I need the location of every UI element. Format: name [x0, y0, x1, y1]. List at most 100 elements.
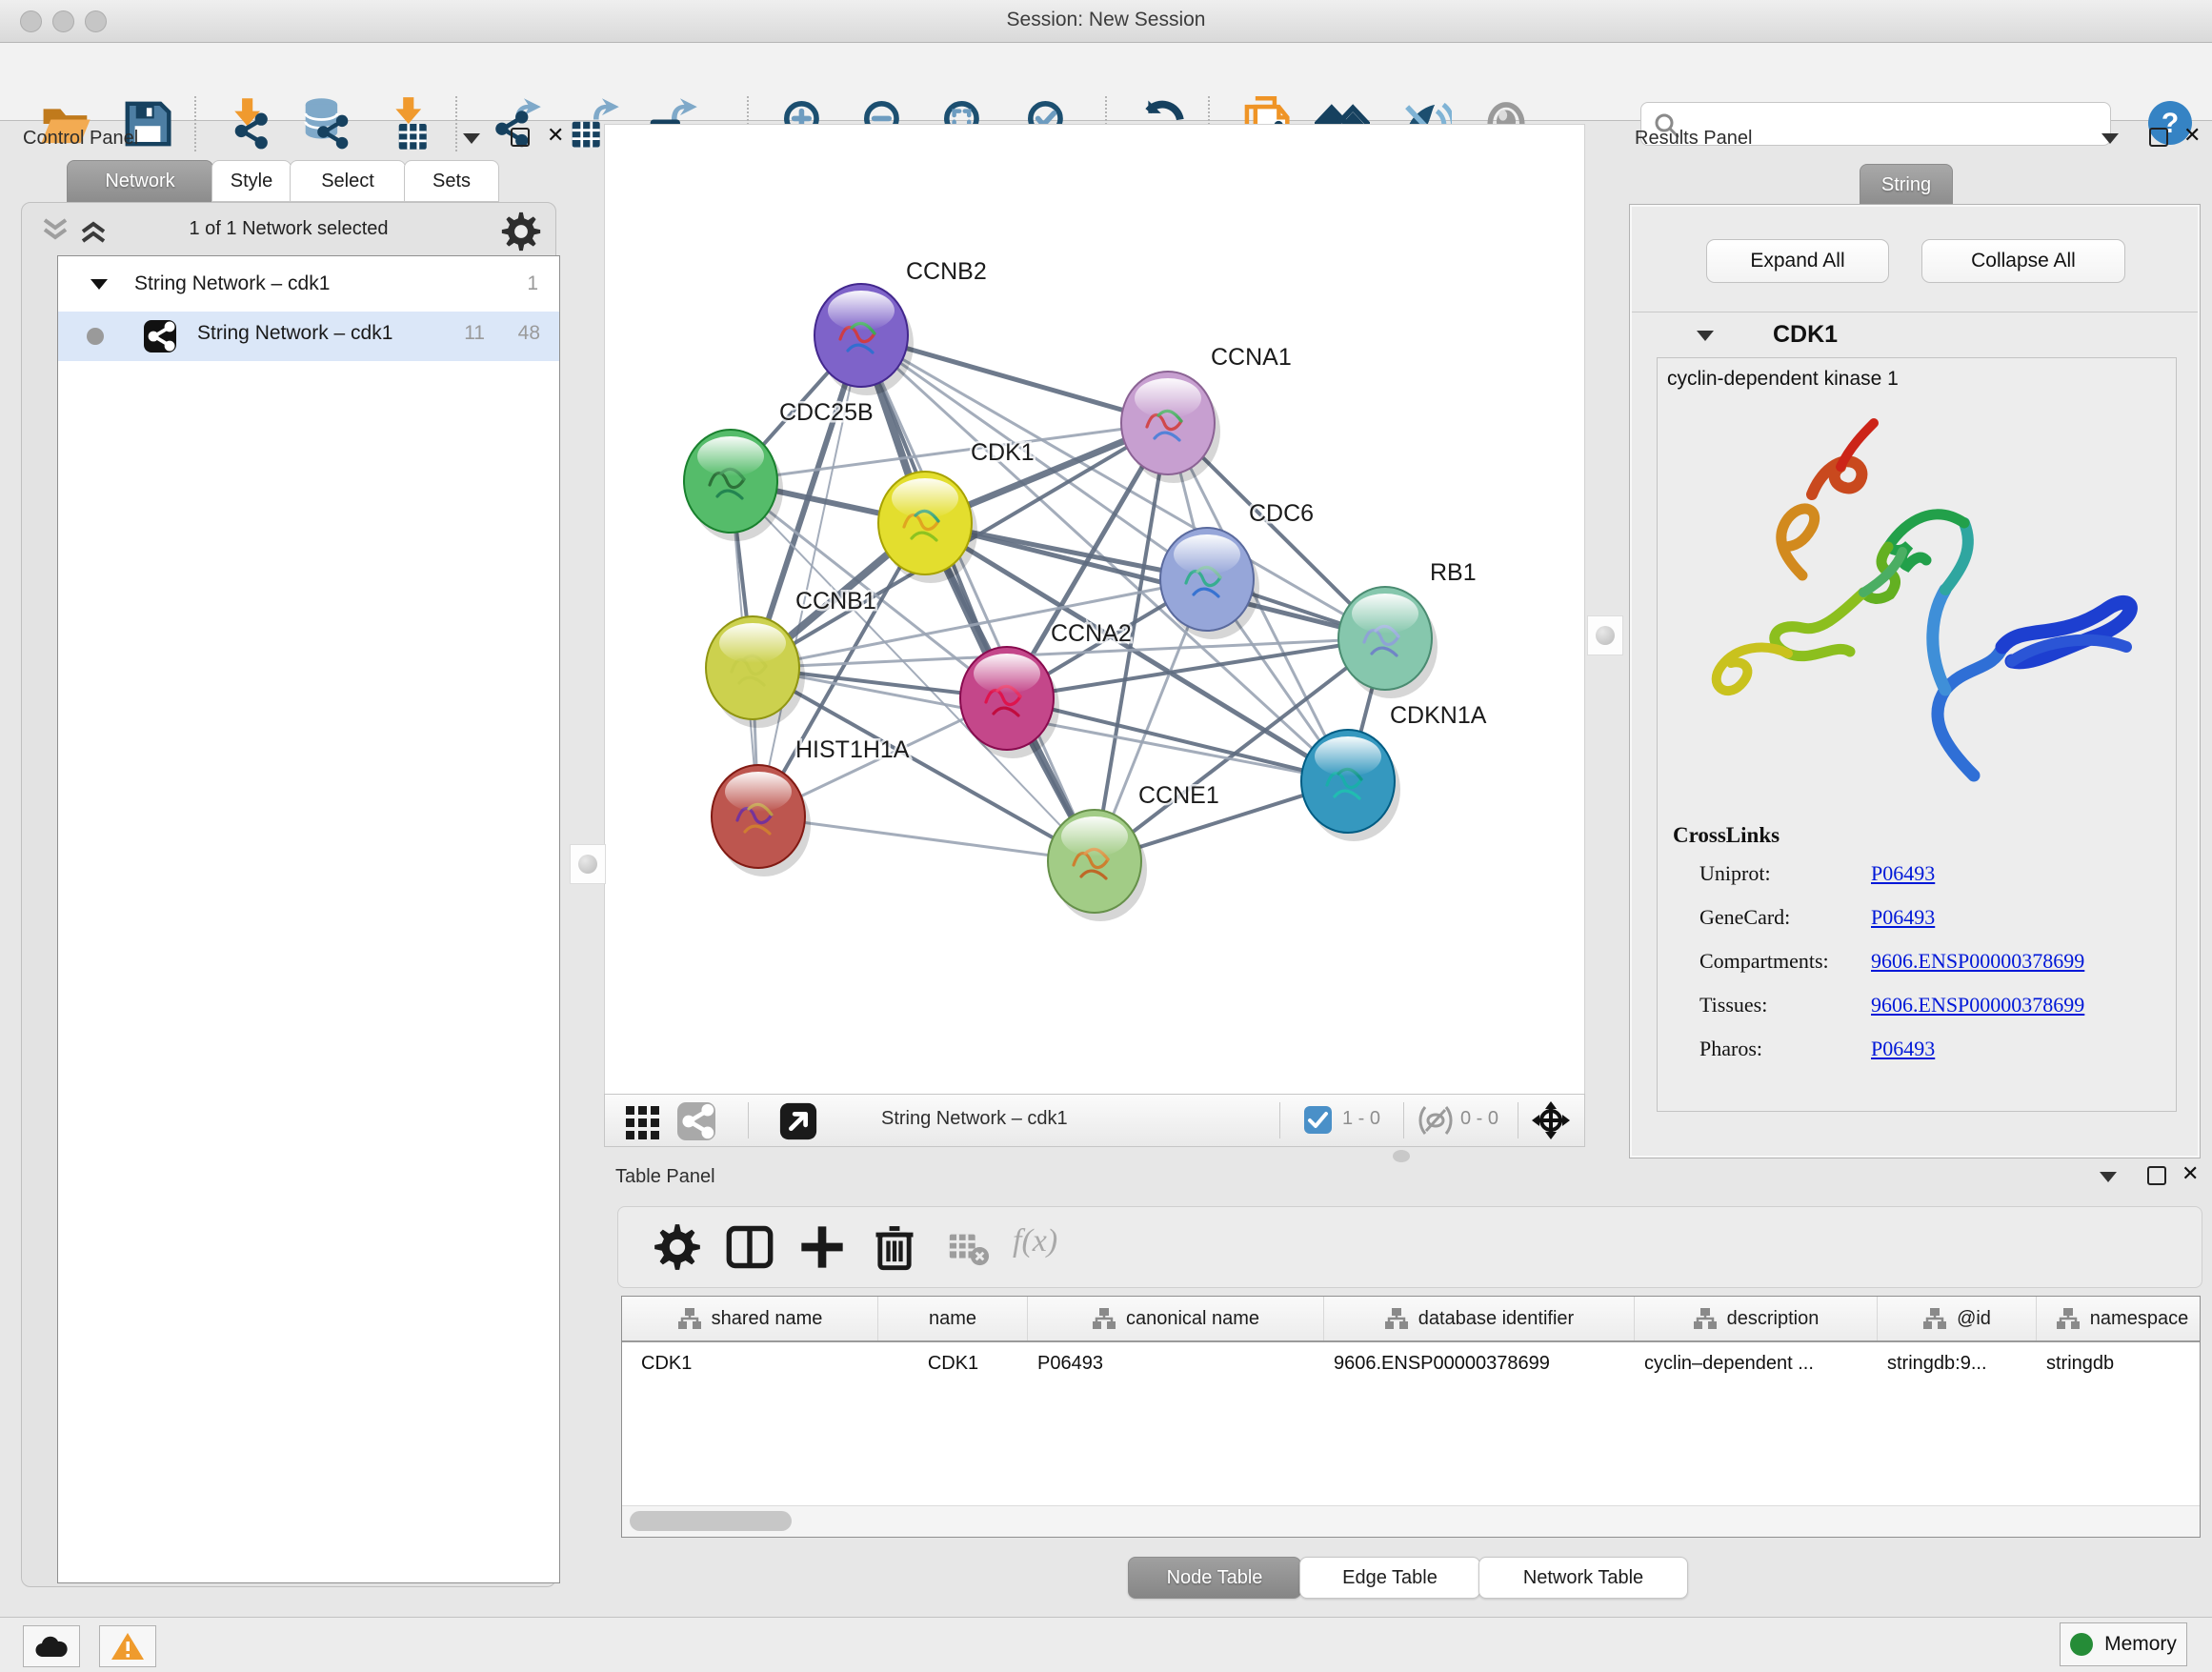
selected-indicator-checkbox[interactable] — [1304, 1106, 1332, 1134]
crosslinks-heading: CrossLinks — [1673, 823, 1780, 848]
panel-float-icon[interactable] — [2149, 128, 2168, 147]
tab-string[interactable]: String — [1860, 164, 1953, 206]
network-canvas[interactable]: CCNB2CCNA1CDC25BCDK1CDC6RB1CCNB1CCNA2CDK… — [604, 124, 1585, 1096]
tab-network-table[interactable]: Network Table — [1478, 1557, 1688, 1599]
crosslink-label: GeneCard: — [1699, 905, 1790, 929]
tab-edge-table[interactable]: Edge Table — [1299, 1557, 1480, 1599]
crosslink-label: Pharos: — [1699, 1037, 1762, 1060]
network-column-tree-icon — [1384, 1306, 1409, 1331]
network-tree: String Network – cdk1 1 String Network –… — [57, 255, 560, 1583]
delete-column-icon[interactable] — [870, 1222, 919, 1272]
panel-close-icon[interactable]: ✕ — [547, 128, 564, 143]
crosslink-value-link[interactable]: P06493 — [1871, 861, 1935, 886]
grid-view-icon[interactable] — [624, 1102, 662, 1140]
scrollbar-thumb[interactable] — [630, 1511, 792, 1531]
node-table[interactable]: shared namenamecanonical name database id… — [621, 1296, 2201, 1538]
network-graph[interactable]: CCNB2CCNA1CDC25BCDK1CDC6RB1CCNB1CCNA2CDK… — [605, 125, 1584, 1095]
panel-menu-icon[interactable] — [2101, 133, 2119, 144]
tab-style[interactable]: Style — [211, 160, 292, 202]
tab-sets[interactable]: Sets — [404, 160, 499, 202]
crosslink-value-link[interactable]: P06493 — [1871, 1037, 1935, 1061]
right-splitter-handle[interactable] — [1587, 615, 1623, 655]
table-header-row: shared namenamecanonical name database id… — [622, 1297, 2200, 1342]
network-tree-root-row[interactable]: String Network – cdk1 1 — [58, 262, 559, 312]
create-column-icon[interactable] — [797, 1222, 847, 1272]
network-type-icon — [144, 320, 176, 353]
network-column-tree-icon — [2056, 1306, 2081, 1331]
network-node-ccna2[interactable] — [960, 647, 1059, 758]
table-toolbar: f(x) — [617, 1206, 2202, 1288]
show-columns-icon[interactable] — [725, 1222, 774, 1272]
table-cell--id[interactable]: stringdb:9... — [1878, 1342, 2037, 1384]
table-cell-database-identifier[interactable]: 9606.ENSP00000378699 — [1324, 1342, 1635, 1384]
network-node-cdc25b[interactable] — [684, 430, 783, 541]
crosslink-value-link[interactable]: 9606.ENSP00000378699 — [1871, 949, 2084, 974]
network-edge[interactable] — [861, 335, 1095, 861]
left-splitter-handle[interactable] — [570, 844, 606, 884]
crosslink-label: Uniprot: — [1699, 861, 1771, 885]
column-header-canonical-name[interactable]: canonical name — [1028, 1297, 1324, 1340]
protein-description: cyclin-dependent kinase 1 — [1667, 368, 1899, 391]
crosslink-label: Tissues: — [1699, 993, 1767, 1017]
fit-content-crosshair-icon[interactable] — [1531, 1100, 1571, 1146]
birdseye-view-icon[interactable] — [778, 1101, 818, 1147]
network-node-hist1h1a[interactable] — [712, 765, 811, 876]
hidden-node-edge-counts: 0 - 0 — [1460, 1108, 1498, 1130]
table-cell-shared-name[interactable]: CDK1 — [622, 1342, 878, 1384]
network-node-ccnb2[interactable] — [814, 284, 914, 395]
node-label-cdkn1a: CDKN1A — [1390, 702, 1487, 729]
memory-button[interactable]: Memory — [2060, 1622, 2187, 1666]
column-header-namespace[interactable]: namespace — [2037, 1297, 2201, 1340]
collapse-all-button[interactable]: Collapse All — [1921, 239, 2125, 283]
table-cell-name[interactable]: CDK1 — [878, 1342, 1028, 1384]
network-node-ccna1[interactable] — [1121, 372, 1220, 483]
network-node-rb1[interactable] — [1338, 587, 1438, 698]
crosslink-value-link[interactable]: 9606.ENSP00000378699 — [1871, 993, 2084, 1017]
network-options-gear-icon[interactable] — [500, 211, 542, 252]
bottom-splitter-handle[interactable] — [1393, 1150, 1410, 1162]
crosslink-row: Compartments:9606.ENSP00000378699 — [1699, 949, 1829, 974]
separator — [1403, 1102, 1404, 1138]
column-header-shared-name[interactable]: shared name — [622, 1297, 878, 1340]
column-header-name[interactable]: name — [878, 1297, 1028, 1340]
column-header-description[interactable]: description — [1635, 1297, 1878, 1340]
network-share-view-icon[interactable] — [677, 1102, 715, 1140]
tab-select[interactable]: Select — [290, 160, 406, 202]
table-cell-canonical-name[interactable]: P06493 — [1028, 1342, 1324, 1384]
protein-section-collapse-icon[interactable] — [1697, 331, 1714, 341]
crosslink-row: Uniprot:P06493 — [1699, 861, 1771, 886]
panel-close-icon[interactable]: ✕ — [2182, 1166, 2199, 1181]
results-panel: Results Panel ✕ String Expand All Collap… — [1625, 124, 2204, 1162]
network-node-cdkn1a[interactable] — [1301, 730, 1400, 841]
panel-close-icon[interactable]: ✕ — [2183, 128, 2201, 143]
crosslink-row: GeneCard:P06493 — [1699, 905, 1790, 930]
table-options-gear-icon[interactable] — [653, 1222, 702, 1272]
column-header-database-identifier[interactable]: database identifier — [1324, 1297, 1635, 1340]
cloud-status-button[interactable] — [23, 1625, 80, 1667]
panel-menu-icon[interactable] — [463, 133, 480, 144]
column-header-label: database identifier — [1418, 1308, 1574, 1330]
table-horizontal-scrollbar[interactable] — [622, 1505, 2200, 1537]
tab-node-table[interactable]: Node Table — [1128, 1557, 1301, 1599]
expand-all-button[interactable]: Expand All — [1706, 239, 1889, 283]
column-header--id[interactable]: @id — [1878, 1297, 2037, 1340]
network-node-cdk1[interactable] — [878, 472, 977, 583]
control-panel: Control Panel ✕ Network Style Select Set… — [8, 124, 568, 1589]
network-column-tree-icon — [677, 1306, 702, 1331]
table-cell-description[interactable]: cyclin–dependent ... — [1635, 1342, 1878, 1384]
crosslink-value-link[interactable]: P06493 — [1871, 905, 1935, 930]
network-tree-selected-row[interactable]: String Network – cdk1 11 48 — [58, 312, 559, 361]
panel-menu-icon[interactable] — [2100, 1172, 2117, 1182]
panel-float-icon[interactable] — [2147, 1166, 2166, 1185]
function-builder-icon: f(x) — [1013, 1222, 1098, 1272]
panel-float-icon[interactable] — [511, 128, 530, 147]
tab-network[interactable]: Network — [67, 160, 213, 202]
warning-button[interactable] — [99, 1625, 156, 1667]
network-node-ccne1[interactable] — [1048, 810, 1147, 921]
separator — [1279, 1102, 1280, 1138]
node-label-rb1: RB1 — [1430, 559, 1477, 586]
crosslink-row: Tissues:9606.ENSP00000378699 — [1699, 993, 1767, 1017]
cloud-icon — [33, 1632, 70, 1661]
tree-expand-icon[interactable] — [90, 279, 108, 290]
table-cell-namespace[interactable]: stringdb — [2037, 1342, 2201, 1384]
